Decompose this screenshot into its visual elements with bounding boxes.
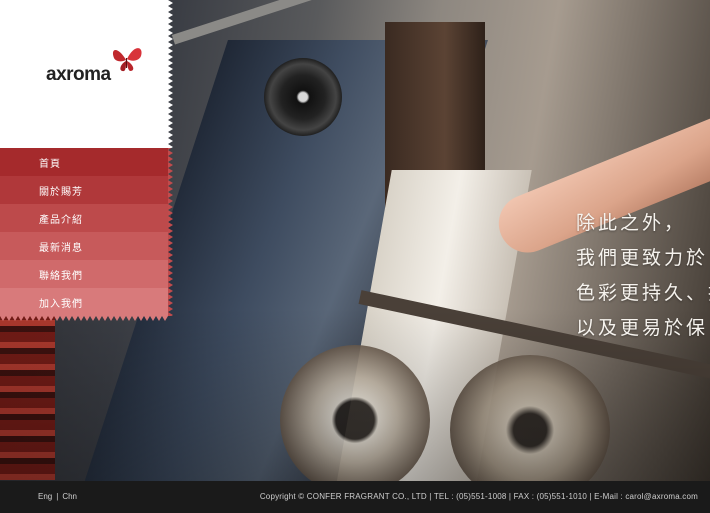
panel-zigzag-edge <box>168 0 176 316</box>
slogan-line: 以及更易於保 <box>576 317 709 339</box>
nav-item-join[interactable]: 加入我們 <box>0 288 168 316</box>
nav-item-home[interactable]: 首頁 <box>0 148 168 176</box>
lang-chinese-link[interactable]: Chn <box>62 492 77 501</box>
butterfly-icon <box>112 48 142 72</box>
nav-item-news[interactable]: 最新消息 <box>0 232 168 260</box>
nav-item-contact[interactable]: 聯絡我們 <box>0 260 168 288</box>
lang-english-link[interactable]: Eng <box>38 492 52 501</box>
brand-logo-text[interactable]: axroma <box>46 64 111 86</box>
nav-item-label: 聯絡我們 <box>39 270 83 282</box>
nav-item-label: 最新消息 <box>39 242 83 254</box>
language-switch: Eng | Chn <box>38 492 77 501</box>
main-nav: 首頁 關於賜芳 產品介紹 最新消息 聯絡我們 加入我們 <box>0 148 168 316</box>
copyright-text: Copyright © CONFER FRAGRANT CO., LTD | T… <box>259 492 698 501</box>
site-footer: Eng | Chn Copyright © CONFER FRAGRANT CO.,… <box>0 481 710 513</box>
nav-item-label: 加入我們 <box>39 298 83 310</box>
nav-item-label: 關於賜芳 <box>39 186 83 198</box>
nav-item-about[interactable]: 關於賜芳 <box>0 176 168 204</box>
slogan-line: 色彩更持久、抗 <box>576 282 710 304</box>
slogan-line: 我們更致力於 <box>576 247 709 269</box>
lang-separator: | <box>56 492 59 501</box>
nav-item-products[interactable]: 產品介紹 <box>0 204 168 232</box>
nav-item-label: 首頁 <box>39 158 61 170</box>
nav-bottom-zigzag <box>0 316 168 322</box>
logo-panel[interactable]: axroma <box>0 0 168 148</box>
slogan-line: 除此之外， <box>576 212 687 234</box>
nav-item-label: 產品介紹 <box>39 214 83 226</box>
hero-slogan: 除此之外， 我們更致力於 色彩更持久、抗 以及更易於保 <box>576 206 710 346</box>
